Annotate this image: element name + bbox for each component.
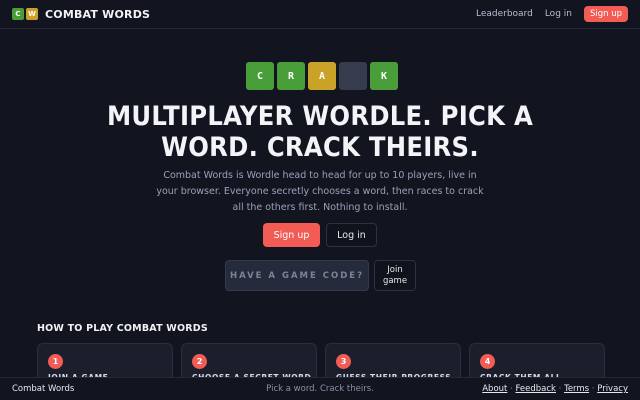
- logo[interactable]: C W COMBAT WORDS: [12, 8, 150, 21]
- hero-letter-tiles: C R A K: [246, 62, 398, 90]
- step-number-badge: 4: [480, 354, 495, 369]
- hero-description: Combat Words is Wordle head to head for …: [156, 170, 484, 213]
- top-navbar: C W COMBAT WORDS Leaderboard Log in Sign…: [0, 0, 640, 29]
- step-number-badge: 2: [192, 354, 207, 369]
- letter-tile: R: [277, 62, 305, 90]
- logo-tile-c: C: [12, 8, 24, 20]
- footer-link-privacy[interactable]: Privacy: [597, 384, 628, 394]
- nav-links: Leaderboard Log in Sign up: [476, 6, 628, 22]
- logo-tile-w: W: [26, 8, 38, 20]
- footer: Combat Words Pick a word. Crack theirs. …: [0, 377, 640, 400]
- nav-signup-button[interactable]: Sign up: [583, 6, 628, 22]
- footer-separator: ·: [589, 384, 598, 394]
- join-game-button[interactable]: Join game: [374, 260, 416, 291]
- login-button[interactable]: Log in: [326, 223, 377, 247]
- footer-separator: ·: [555, 384, 565, 394]
- letter-tile: K: [370, 62, 398, 90]
- signup-button[interactable]: Sign up: [263, 223, 320, 247]
- how-to-play-heading: HOW TO PLAY COMBAT WORDS: [37, 323, 208, 334]
- game-code-input[interactable]: [225, 260, 369, 291]
- footer-link-terms[interactable]: Terms: [564, 384, 589, 394]
- login-link[interactable]: Log in: [545, 9, 572, 19]
- leaderboard-link[interactable]: Leaderboard: [476, 9, 533, 19]
- footer-link-feedback[interactable]: Feedback: [515, 384, 555, 394]
- letter-tile: A: [308, 62, 336, 90]
- footer-brand: Combat Words: [12, 384, 75, 394]
- hero-cta-row: Sign up Log in: [263, 223, 377, 247]
- hero-headline: MULTIPLAYER WORDLE. PICK A WORD. CRACK T…: [106, 101, 534, 163]
- footer-links: About · Feedback · Terms · Privacy: [482, 384, 628, 394]
- game-code-row: Join game: [225, 260, 416, 291]
- step-number-badge: 3: [336, 354, 351, 369]
- brand-name[interactable]: COMBAT WORDS: [45, 8, 150, 21]
- letter-tile: C: [246, 62, 274, 90]
- step-number-badge: 1: [48, 354, 63, 369]
- footer-link-about[interactable]: About: [482, 384, 507, 394]
- letter-tile-empty: [339, 62, 367, 90]
